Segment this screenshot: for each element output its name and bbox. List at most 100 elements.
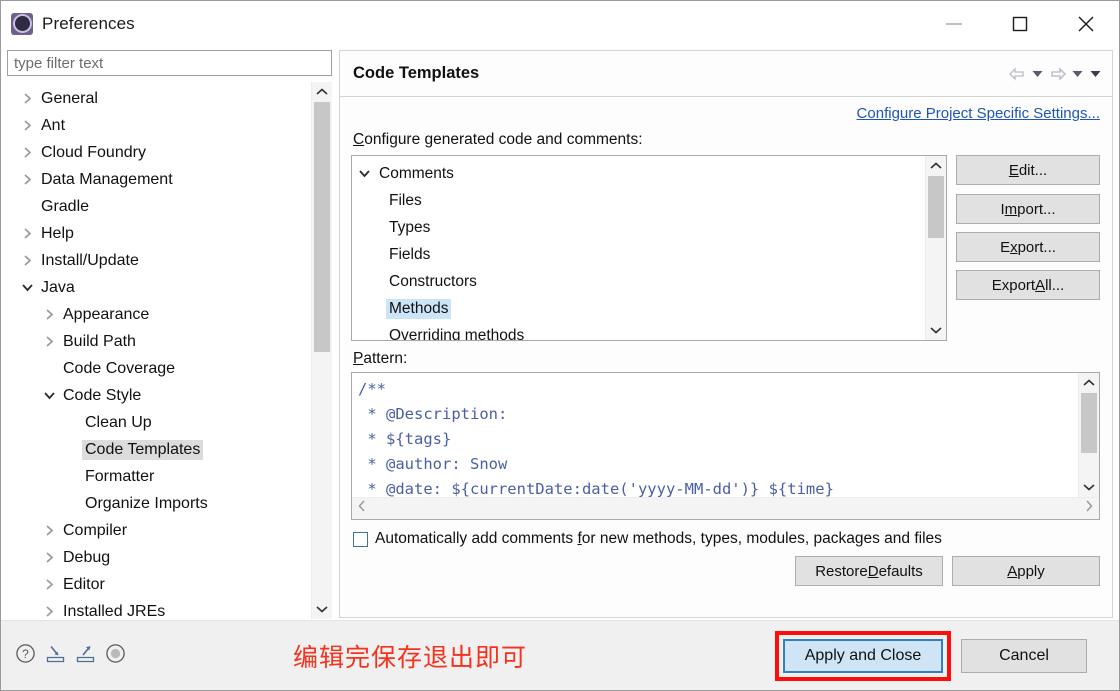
chevron-right-icon[interactable] — [16, 227, 38, 240]
chevron-down-icon[interactable] — [352, 168, 376, 179]
auto-comments-row[interactable]: Automatically add comments for new metho… — [353, 530, 1100, 548]
tree-scroll-track[interactable] — [312, 102, 332, 599]
pattern-scroll-left-icon[interactable] — [357, 499, 367, 518]
chevron-right-icon[interactable] — [38, 605, 60, 618]
dialog-footer: ? 编辑完保存退出即可 Apply and Close Cancel — [1, 620, 1119, 690]
export-preferences-icon[interactable] — [75, 643, 96, 669]
filter-input[interactable]: type filter text — [7, 50, 332, 76]
template-item-comments[interactable]: Comments — [352, 160, 925, 187]
back-dropdown-icon[interactable] — [1031, 67, 1044, 80]
tree-item-code-coverage[interactable]: Code Coverage — [8, 355, 311, 382]
export-button-pre: E — [1000, 238, 1011, 256]
configure-section-text: onfigure generated code and comments: — [364, 131, 643, 148]
chevron-down-icon[interactable] — [16, 282, 38, 293]
configure-section-mnemonic: C — [353, 131, 365, 148]
back-arrow-icon[interactable] — [1009, 66, 1026, 82]
pattern-scroll-thumb[interactable] — [1081, 393, 1097, 453]
template-item-label: Overriding methods — [389, 326, 525, 341]
export-button[interactable]: Ex port... — [956, 232, 1100, 262]
tree-item-label: General — [41, 89, 98, 107]
chevron-right-icon[interactable] — [38, 335, 60, 348]
template-item-overriding-methods[interactable]: Overriding methods — [352, 322, 925, 341]
about-icon[interactable] — [105, 643, 126, 669]
tree-item-label: Code Templates — [82, 439, 204, 460]
pattern-code-line: /** — [358, 380, 386, 398]
pattern-scroll-up-icon[interactable] — [1079, 373, 1099, 393]
tree-item-java[interactable]: Java — [8, 274, 311, 301]
template-item-types[interactable]: Types — [352, 214, 925, 241]
forward-arrow-icon[interactable] — [1049, 66, 1066, 82]
templates-scroll-up-icon[interactable] — [926, 156, 946, 176]
tree-item-editor[interactable]: Editor — [8, 571, 311, 598]
tree-item-code-style[interactable]: Code Style — [8, 382, 311, 409]
close-icon[interactable] — [1053, 1, 1119, 46]
chevron-right-icon[interactable] — [16, 92, 38, 105]
tree-item-build-path[interactable]: Build Path — [8, 328, 311, 355]
apply-and-close-button[interactable]: Apply and Close — [783, 638, 943, 673]
pattern-scroll-track[interactable] — [1079, 393, 1099, 477]
pattern-vscrollbar[interactable] — [1078, 373, 1099, 497]
apply-button[interactable]: Apply — [952, 556, 1100, 586]
cancel-button[interactable]: Cancel — [961, 638, 1087, 673]
pattern-hscrollbar[interactable] — [352, 497, 1099, 519]
templates-scroll-track[interactable] — [926, 176, 946, 320]
export-button-mnemonic: x — [1010, 238, 1018, 256]
chevron-right-icon[interactable] — [16, 146, 38, 159]
chevron-right-icon[interactable] — [38, 308, 60, 321]
import-preferences-icon[interactable] — [45, 643, 66, 669]
tree-item-general[interactable]: General — [8, 85, 311, 112]
template-item-methods[interactable]: Methods — [352, 295, 925, 322]
pattern-scroll-right-icon[interactable] — [1084, 499, 1094, 518]
template-item-label: Constructors — [389, 272, 477, 290]
tree-item-organize-imports[interactable]: Organize Imports — [8, 490, 311, 517]
help-icon[interactable]: ? — [15, 643, 36, 669]
tree-item-code-templates[interactable]: Code Templates — [8, 436, 311, 463]
template-item-fields[interactable]: Fields — [352, 241, 925, 268]
tree-item-ant[interactable]: Ant — [8, 112, 311, 139]
chevron-right-icon[interactable] — [16, 119, 38, 132]
chevron-right-icon[interactable] — [38, 551, 60, 564]
view-menu-icon[interactable] — [1089, 67, 1102, 80]
templates-scrollbar[interactable] — [925, 156, 946, 340]
auto-comments-checkbox[interactable] — [353, 531, 368, 547]
tree-item-debug[interactable]: Debug — [8, 544, 311, 571]
edit-button[interactable]: Edit... — [956, 155, 1100, 185]
template-item-label: Methods — [386, 298, 452, 319]
tree-item-compiler[interactable]: Compiler — [8, 517, 311, 544]
tree-item-install-update[interactable]: Install/Update — [8, 247, 311, 274]
export-button-post: port... — [1017, 238, 1056, 256]
templates-scroll-down-icon[interactable] — [926, 320, 946, 340]
minimize-icon[interactable] — [921, 1, 987, 46]
tree-item-data-management[interactable]: Data Management — [8, 166, 311, 193]
chevron-right-icon[interactable] — [16, 173, 38, 186]
chevron-right-icon[interactable] — [38, 524, 60, 537]
apply-mnemonic: A — [1007, 562, 1018, 580]
tree-item-formatter[interactable]: Formatter — [8, 463, 311, 490]
tree-scroll-thumb[interactable] — [314, 102, 330, 352]
export-all-button[interactable]: Export All... — [956, 270, 1100, 300]
forward-dropdown-icon[interactable] — [1071, 67, 1084, 80]
tree-item-label: Installed JREs — [63, 602, 166, 620]
import-button[interactable]: Im port... — [956, 194, 1100, 224]
restore-defaults-button[interactable]: Restore Defaults — [795, 556, 943, 586]
scroll-up-icon[interactable] — [312, 82, 332, 102]
tree-item-clean-up[interactable]: Clean Up — [8, 409, 311, 436]
chevron-down-icon[interactable] — [38, 390, 60, 401]
page-content: Configure Project Specific Settings... C… — [340, 97, 1112, 617]
tree-item-gradle[interactable]: Gradle — [8, 193, 311, 220]
tree-item-cloud-foundry[interactable]: Cloud Foundry — [8, 139, 311, 166]
scroll-down-icon[interactable] — [312, 599, 332, 619]
chevron-right-icon[interactable] — [38, 578, 60, 591]
tree-item-appearance[interactable]: Appearance — [8, 301, 311, 328]
pattern-scroll-down-icon[interactable] — [1079, 477, 1099, 497]
tree-scrollbar[interactable] — [311, 82, 332, 619]
chevron-right-icon[interactable] — [16, 254, 38, 267]
templates-scroll-thumb[interactable] — [928, 176, 944, 238]
tree-item-help[interactable]: Help — [8, 220, 311, 247]
maximize-icon[interactable] — [987, 1, 1053, 46]
tree-item-installed-jres[interactable]: Installed JREs — [8, 598, 311, 619]
templates-list[interactable]: Comments Files Types Fields Constructors Meth… — [351, 155, 947, 341]
template-item-constructors[interactable]: Constructors — [352, 268, 925, 295]
configure-project-specific-settings-link[interactable]: Configure Project Specific Settings... — [857, 105, 1100, 122]
template-item-files[interactable]: Files — [352, 187, 925, 214]
